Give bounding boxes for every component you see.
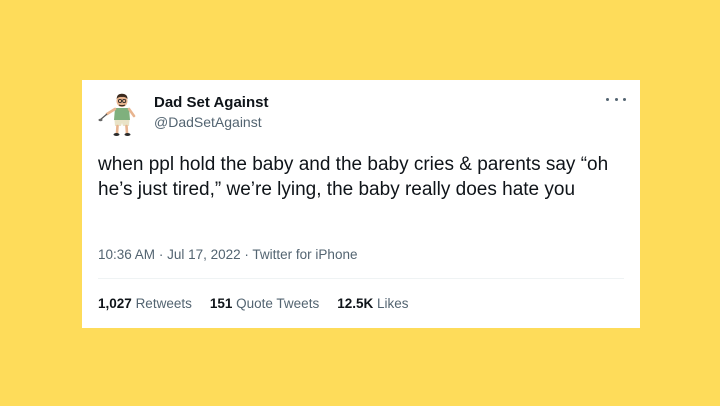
more-dot: [614, 97, 618, 101]
more-options-icon[interactable]: [606, 92, 626, 106]
avatar[interactable]: [98, 90, 146, 138]
tweet-stats: 1,027 Retweets 151 Quote Tweets 12.5K Li…: [98, 296, 409, 311]
retweets-stat[interactable]: 1,027 Retweets: [98, 296, 192, 311]
quote-tweets-count: 151: [209, 296, 233, 311]
quote-tweets-stat[interactable]: 151 Quote Tweets: [210, 296, 319, 311]
likes-count: 12.5K: [337, 296, 374, 311]
meta-separator: ·: [158, 247, 164, 262]
tweet-time[interactable]: 10:36 AM: [98, 247, 155, 262]
retweets-count: 1,027: [98, 296, 132, 311]
tweet-text: when ppl hold the baby and the baby crie…: [98, 154, 609, 200]
tweet-meta: 10:36 AM · Jul 17, 2022 · Twitter for iP…: [98, 247, 357, 262]
likes-stat[interactable]: 12.5K Likes: [337, 296, 408, 311]
author-handle[interactable]: @DadSetAgainst: [154, 114, 262, 130]
tweet-date[interactable]: Jul 17, 2022: [167, 247, 241, 262]
likes-label: Likes: [377, 296, 409, 311]
quote-tweets-label: Quote Tweets: [236, 296, 320, 311]
meta-separator: ·: [244, 247, 249, 262]
retweets-label: Retweets: [135, 296, 192, 311]
cartoon-dad-icon: [98, 93, 136, 136]
tweet-card: Dad Set Against @DadSetAgainst when ppl …: [82, 80, 640, 328]
more-dot: [623, 97, 626, 101]
divider: [98, 278, 624, 279]
tweet-source[interactable]: Twitter for iPhone: [252, 247, 357, 262]
more-dot: [606, 97, 609, 101]
author-display-name[interactable]: Dad Set Against: [154, 94, 268, 111]
